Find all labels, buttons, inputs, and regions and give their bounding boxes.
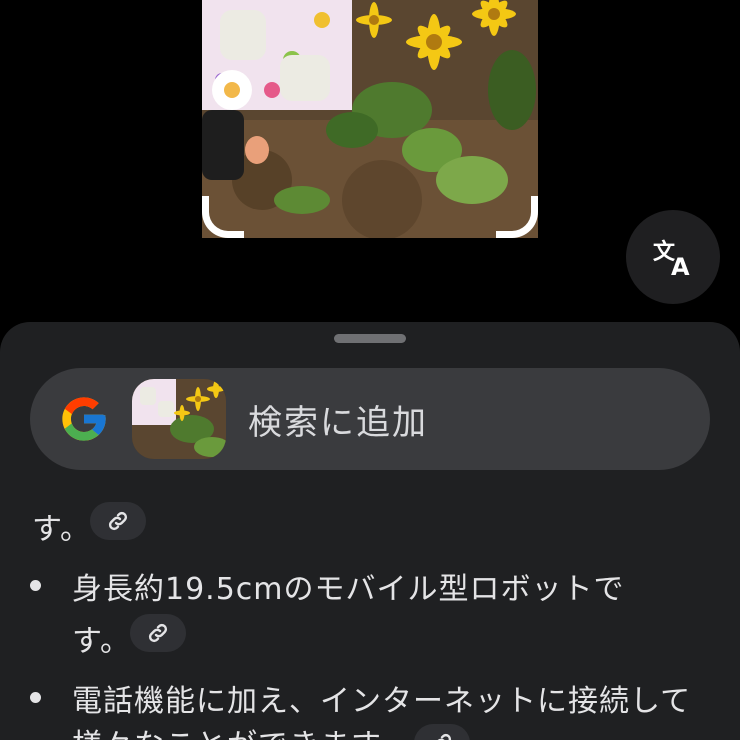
svg-text:A: A (671, 253, 690, 279)
list-item-line: 電話機能に加え、インターネットに接続して (72, 684, 692, 719)
list-item-line: 身長約19.5cmのモバイル型ロボットで (72, 572, 625, 607)
source-link-chip[interactable] (130, 614, 186, 652)
source-link-chip[interactable] (90, 502, 146, 540)
bullet-dot (30, 580, 41, 591)
link-icon (148, 623, 168, 643)
source-link-chip[interactable] (414, 724, 470, 740)
google-lens-screen: 文 A 検索に追加 す。 身長約19.5cmのモバイル型ロボットで す。 電話機… (0, 0, 740, 740)
link-icon (108, 511, 128, 531)
search-image-thumbnail (132, 379, 226, 459)
sheet-drag-handle[interactable] (334, 334, 406, 343)
link-icon (437, 733, 452, 740)
google-g-logo (62, 397, 106, 441)
bullet-dot (30, 692, 41, 703)
translate-icon: 文 A (653, 239, 690, 279)
captured-photo[interactable] (202, 0, 538, 238)
results-bottom-sheet[interactable]: 検索に追加 す。 身長約19.5cmのモバイル型ロボットで す。 電話機能に加え… (0, 322, 740, 740)
answer-fragment: す。 (32, 512, 91, 547)
list-item-line: 様々なことができます。 (72, 720, 410, 740)
list-item-line: す。 (72, 624, 131, 659)
translate-button[interactable]: 文 A (626, 210, 720, 304)
add-to-search-label: 検索に追加 (248, 402, 428, 443)
add-to-search-bar[interactable]: 検索に追加 (30, 368, 710, 470)
